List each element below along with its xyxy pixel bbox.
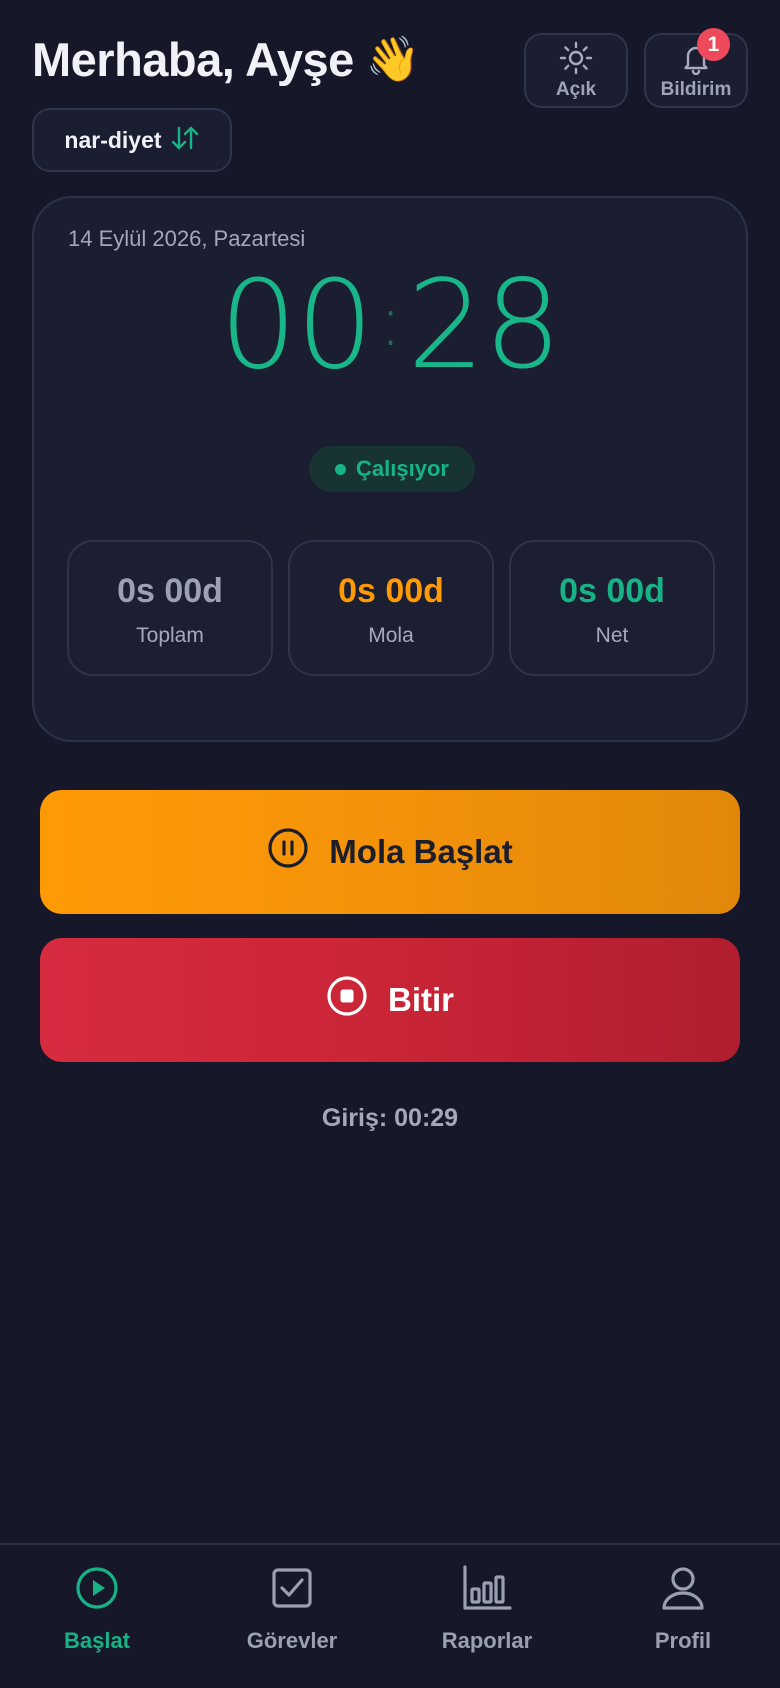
notifications-button[interactable]: Bildirim 1	[644, 28, 748, 108]
stat-break-label: Mola	[368, 624, 414, 647]
project-switcher[interactable]: nar-diyet	[32, 108, 232, 172]
stat-net: 0s 00d Net	[509, 540, 715, 676]
theme-toggle-button[interactable]: Açık	[524, 33, 628, 108]
stat-net-value: 0s 00d	[559, 572, 665, 610]
stat-break: 0s 00d Mola	[288, 540, 494, 676]
start-break-button[interactable]: Mola Başlat	[40, 790, 740, 914]
greeting-title: Merhaba, Ayşe 👋	[32, 32, 421, 87]
timer-card: 14 Eylül 2026, Pazartesi 00:28 Çalışıyor…	[32, 196, 748, 742]
finish-label: Bitir	[388, 981, 454, 1018]
user-icon	[660, 1565, 706, 1616]
play-circle-icon	[74, 1565, 120, 1616]
nav-item-tasks[interactable]: Görevler	[212, 1565, 372, 1665]
theme-toggle-label: Açık	[555, 78, 597, 100]
bottom-nav: Başlat Görevler Raporlar Profil	[0, 1543, 780, 1688]
nav-item-reports-label: Raporlar	[441, 1628, 533, 1653]
pause-circle-icon	[267, 827, 309, 877]
elapsed-timer: 00:28	[34, 258, 746, 392]
swap-vertical-icon	[170, 124, 200, 157]
status-badge: Çalışıyor	[309, 446, 475, 492]
stop-circle-icon	[326, 975, 368, 1025]
nav-item-profile-label: Profil	[654, 1628, 712, 1653]
app-screen: Merhaba, Ayşe 👋 Açık Bildirim 1 nar-diye…	[0, 0, 780, 1688]
stat-break-value: 0s 00d	[338, 572, 444, 610]
finish-button[interactable]: Bitir	[40, 938, 740, 1062]
checkin-time: Giriş: 00:29	[321, 1104, 459, 1132]
stat-net-label: Net	[595, 624, 629, 647]
checkbox-icon	[269, 1565, 315, 1616]
timer-separator: :	[378, 280, 403, 362]
bar-chart-icon	[462, 1565, 512, 1616]
project-name: nar-diyet	[64, 126, 162, 153]
nav-item-reports[interactable]: Raporlar	[407, 1565, 567, 1665]
timer-seconds: 28	[407, 254, 561, 396]
nav-item-profile[interactable]: Profil	[603, 1565, 763, 1665]
wave-emoji-icon: 👋	[365, 34, 421, 84]
nav-item-start-label: Başlat	[63, 1628, 131, 1653]
nav-item-start[interactable]: Başlat	[17, 1565, 177, 1665]
notifications-label: Bildirim	[660, 78, 732, 100]
status-text: Çalışıyor	[356, 456, 449, 481]
current-date: 14 Eylül 2026, Pazartesi	[68, 226, 306, 251]
notification-count-badge: 1	[697, 28, 730, 61]
sun-icon	[559, 41, 593, 75]
stat-total-label: Toplam	[136, 624, 204, 647]
status-dot-icon	[335, 463, 347, 475]
stat-total: 0s 00d Toplam	[67, 540, 273, 676]
greeting-text: Merhaba, Ayşe	[32, 33, 354, 86]
stat-total-value: 0s 00d	[117, 572, 223, 610]
nav-item-tasks-label: Görevler	[246, 1628, 338, 1653]
timer-minutes: 00	[219, 254, 373, 396]
start-break-label: Mola Başlat	[329, 833, 513, 870]
